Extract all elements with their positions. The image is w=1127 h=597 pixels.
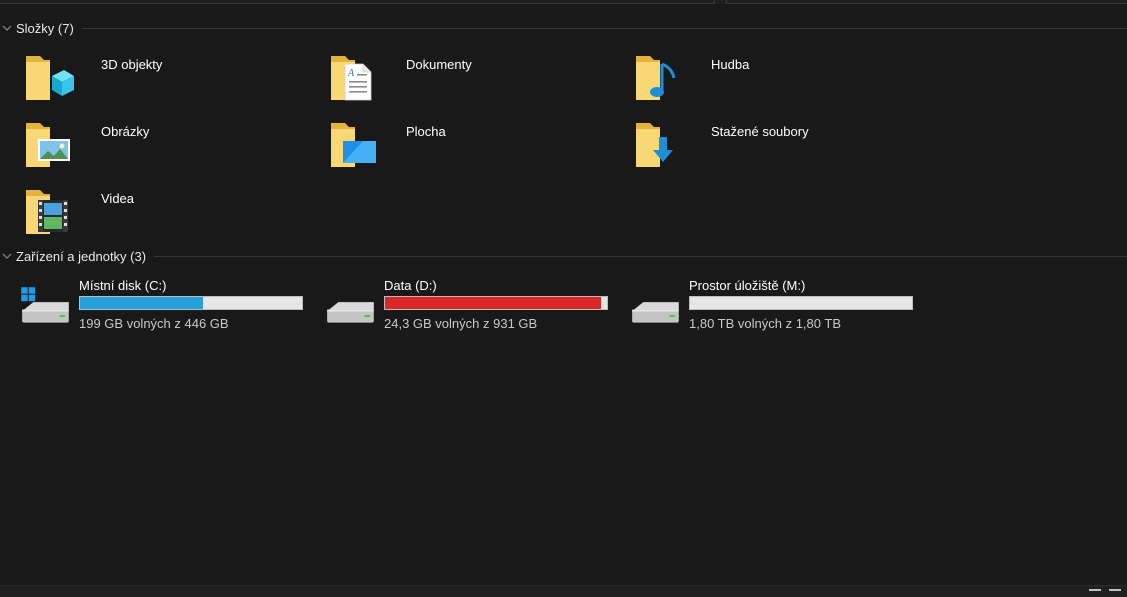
folders-group-title: Složky (7) (16, 20, 74, 36)
music-folder-icon (636, 56, 676, 100)
folder-tile-documents[interactable]: A Dokumenty (327, 50, 627, 110)
drives-group-title: Zařízení a jednotky (3) (16, 248, 147, 264)
drive-tile-c[interactable]: Místní disk (C:) 199 GB volných z 446 GB (0, 276, 303, 336)
drive-name: Místní disk (C:) (79, 278, 167, 293)
chevron-down-icon[interactable] (1, 250, 13, 262)
folder-label: Plocha (406, 124, 446, 139)
folder-label: Videa (101, 191, 135, 206)
drive-name: Prostor úložiště (M:) (689, 278, 806, 293)
group-divider (154, 255, 1127, 257)
videos-folder-icon (26, 190, 68, 234)
folder-label: Dokumenty (406, 57, 472, 72)
folder-tile-pictures[interactable]: Obrázky (22, 117, 322, 177)
status-bar (0, 585, 1127, 597)
drive-name: Data (D:) (384, 278, 437, 293)
folder-tile-music[interactable]: Hudba (632, 50, 932, 110)
folder-tile-videos[interactable]: Videa (22, 184, 322, 244)
folder-label: Hudba (711, 57, 750, 72)
drive-usage-fill (80, 297, 203, 309)
drive-usage-fill (385, 297, 602, 309)
drives-group-header[interactable]: Zařízení a jednotky (3) (0, 246, 1127, 266)
top-toolbar-edge (0, 0, 1127, 4)
search-box-edge[interactable] (726, 0, 1127, 4)
details-view-icon[interactable] (1089, 589, 1101, 597)
drive-free-space: 1,80 TB volných z 1,80 TB (689, 316, 841, 331)
pictures-folder-icon (26, 123, 70, 167)
folders-group-header[interactable]: Složky (7) (0, 18, 1127, 38)
folder-tile-desktop[interactable]: Plocha (327, 117, 627, 177)
drive-tile-d[interactable]: Data (D:) 24,3 GB volných z 931 GB (305, 276, 608, 336)
drive-usage-bar (79, 296, 303, 310)
drive-tile-m[interactable]: Prostor úložiště (M:) 1,80 TB volných z … (610, 276, 913, 336)
folder-label: Obrázky (101, 124, 150, 139)
folder-tile-3d-objects[interactable]: 3D objekty (22, 50, 322, 110)
drive-free-space: 24,3 GB volných z 931 GB (384, 316, 538, 331)
drive-usage-bar (384, 296, 608, 310)
large-icons-view-icon[interactable] (1109, 589, 1121, 597)
address-bar-edge[interactable] (0, 0, 715, 4)
chevron-down-icon[interactable] (1, 22, 13, 34)
file-explorer-content: Složky (7) 3D objekty A Dokumenty Hudba … (0, 0, 1127, 597)
drive-free-space: 199 GB volných z 446 GB (79, 316, 229, 331)
folder-label: Stažené soubory (711, 124, 809, 139)
group-divider (81, 27, 1127, 29)
folder-label: 3D objekty (101, 57, 163, 72)
downloads-folder-icon (636, 123, 673, 167)
svg-text:A: A (347, 68, 355, 79)
desktop-folder-icon (331, 123, 376, 167)
folder-tile-downloads[interactable]: Stažené soubory (632, 117, 932, 177)
drive-usage-bar (689, 296, 913, 310)
3d-objects-folder-icon (26, 56, 74, 100)
documents-folder-icon: A (331, 56, 372, 101)
